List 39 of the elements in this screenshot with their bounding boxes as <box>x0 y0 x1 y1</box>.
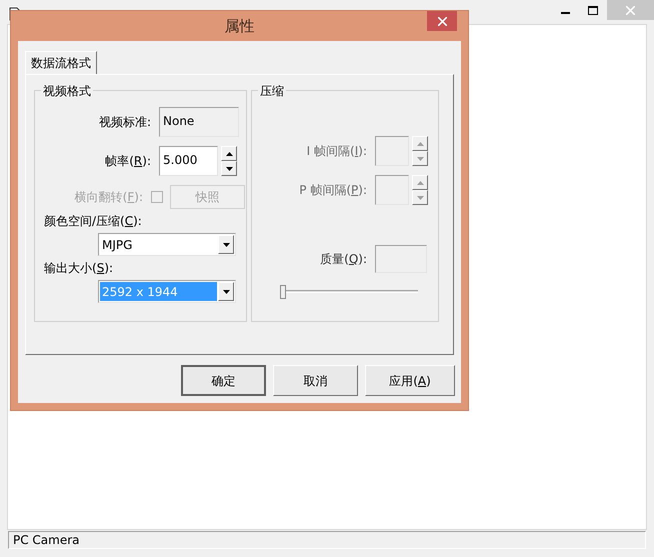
dropdown[interactable]: MJPG <box>98 233 236 256</box>
dialog-title: 属性 <box>224 16 254 37</box>
group-title: 视频格式 <box>41 82 93 100</box>
spin-up-button[interactable] <box>221 146 237 161</box>
standard-field[interactable]: None <box>159 107 239 137</box>
field-label: 输出大小(S): <box>44 260 114 277</box>
minimize-icon <box>560 12 570 14</box>
close-icon <box>438 16 446 26</box>
field-label: P 帧间隔(P): <box>298 182 368 199</box>
tab[interactable]: 数据流格式 <box>25 51 97 74</box>
dropdown-arrow-button[interactable] <box>218 235 234 254</box>
up-arrow-icon <box>416 142 424 146</box>
field-label: 质量(Q): <box>319 251 368 268</box>
field-label: 颜色空间/压缩(C): <box>44 213 143 230</box>
up-arrow-icon <box>226 152 232 156</box>
dialog-button[interactable]: 确定 <box>181 365 266 396</box>
up-arrow-icon <box>416 180 424 184</box>
down-arrow-icon <box>226 166 232 170</box>
maximize-icon <box>588 6 598 14</box>
field-label: 帧率(R): <box>104 153 152 170</box>
down-arrow-icon <box>416 196 424 200</box>
dropdown-value: 2592 x 1944 <box>100 282 217 301</box>
down-arrow-icon <box>416 156 424 160</box>
spin-down-button[interactable] <box>221 161 237 176</box>
dropdown-arrow-button[interactable] <box>218 282 234 301</box>
down-arrow-icon <box>222 242 230 246</box>
dialog-button[interactable]: 取消 <box>273 365 358 396</box>
status-bar: PC Camera <box>8 531 646 549</box>
dialog-button[interactable]: 应用(A) <box>365 365 455 396</box>
checkbox-label: 横向翻转(F): <box>74 189 144 206</box>
down-arrow-icon <box>222 290 230 294</box>
number-field[interactable]: 5.000 <box>159 146 218 176</box>
slider-thumb[interactable] <box>280 285 286 299</box>
close-icon <box>626 6 635 14</box>
field-label: 视频标准: <box>98 114 152 131</box>
close-button[interactable] <box>427 11 457 31</box>
field-label: I 帧间隔(I): <box>306 143 368 160</box>
quality-slider[interactable] <box>280 285 418 299</box>
dropdown-value: MJPG <box>101 236 134 254</box>
